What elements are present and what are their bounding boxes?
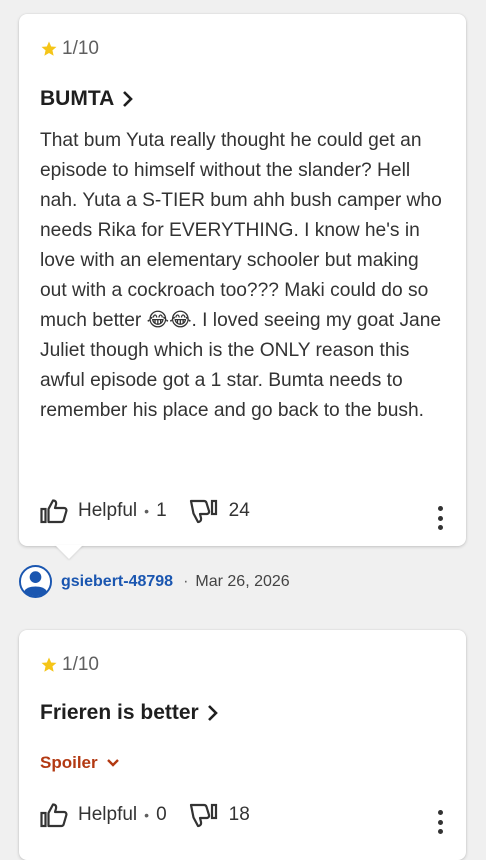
review-title[interactable]: BUMTA: [40, 87, 134, 111]
review-author: gsiebert-48798 · Mar 26, 2026: [19, 565, 290, 598]
separator-dot: •: [144, 807, 150, 823]
star-icon: [41, 41, 57, 56]
thumbs-up-icon[interactable]: [40, 802, 68, 828]
thumbs-down-icon[interactable]: [189, 498, 219, 524]
review-rating: 1/10: [40, 654, 99, 676]
review-card: 1/10 Frieren is better Spoiler Helpful •…: [19, 630, 466, 860]
review-actions: Helpful • 0 18: [40, 802, 250, 828]
spoiler-toggle[interactable]: Spoiler: [40, 753, 120, 773]
spoiler-label: Spoiler: [40, 753, 98, 772]
helpful-label: Helpful: [78, 500, 138, 521]
review-date: Mar 26, 2026: [195, 572, 290, 590]
helpful-label: Helpful: [78, 804, 138, 825]
chevron-down-icon: [106, 759, 119, 767]
more-options-icon[interactable]: [436, 810, 444, 834]
review-title[interactable]: Frieren is better: [40, 701, 219, 725]
author-username[interactable]: gsiebert-48798: [61, 573, 173, 591]
not-helpful-count: 24: [228, 500, 250, 521]
helpful-count: 0: [156, 804, 167, 825]
not-helpful-count: 18: [228, 804, 250, 825]
review-rating: 1/10: [40, 38, 99, 60]
chevron-right-icon: [123, 91, 134, 107]
separator-dot: ·: [183, 572, 189, 590]
thumbs-down-icon[interactable]: [189, 802, 219, 828]
star-icon: [41, 657, 57, 672]
more-options-icon[interactable]: [436, 506, 444, 530]
review-card: 1/10 BUMTA That bum Yuta really thought …: [19, 14, 466, 559]
rating-value: 1/10: [62, 38, 99, 59]
chevron-right-icon: [207, 705, 218, 721]
review-title-text: BUMTA: [40, 87, 115, 110]
thumbs-up-icon[interactable]: [40, 498, 68, 524]
avatar-icon[interactable]: [19, 565, 52, 598]
review-body: That bum Yuta really thought he could ge…: [40, 130, 442, 421]
card-pointer: [55, 545, 83, 559]
separator-dot: •: [144, 503, 150, 519]
review-title-text: Frieren is better: [40, 701, 199, 724]
rating-value: 1/10: [62, 654, 99, 675]
review-actions: Helpful • 1 24: [40, 498, 250, 524]
helpful-count: 1: [156, 500, 167, 521]
